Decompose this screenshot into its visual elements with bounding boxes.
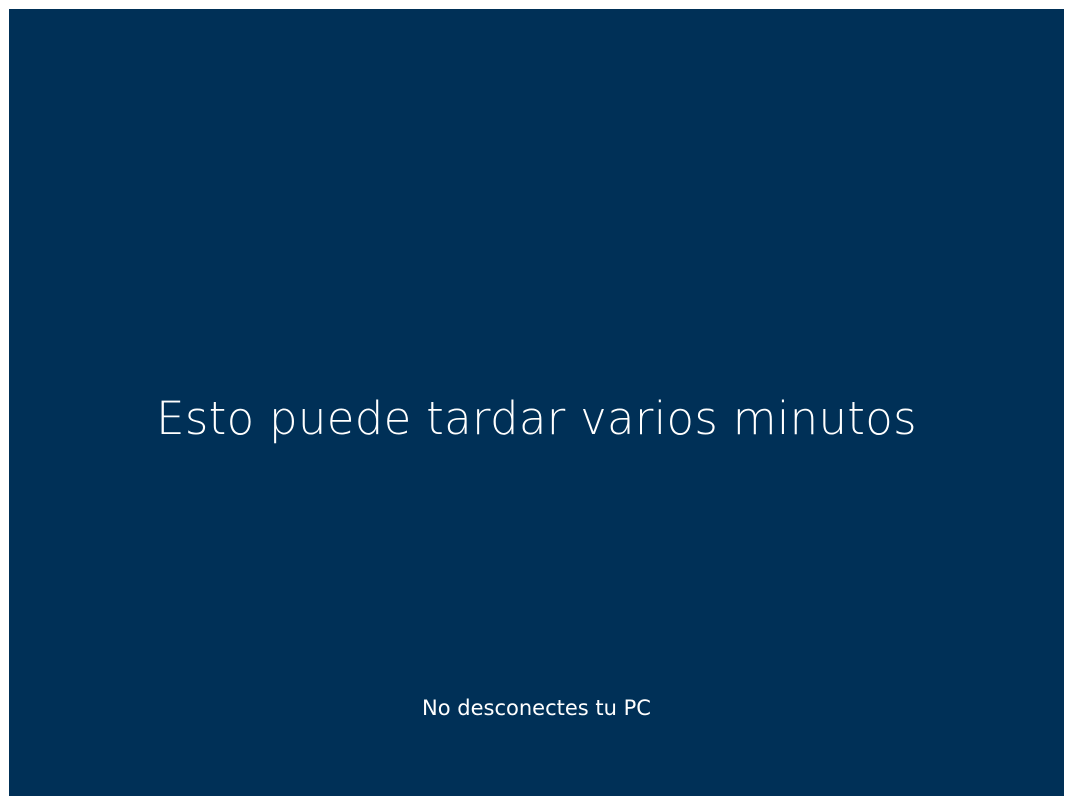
setup-screen: Esto puede tardar varios minutos No desc… [9, 9, 1064, 796]
power-warning-message: No desconectes tu PC [422, 696, 651, 720]
main-status-message: Esto puede tardar varios minutos [156, 392, 917, 445]
